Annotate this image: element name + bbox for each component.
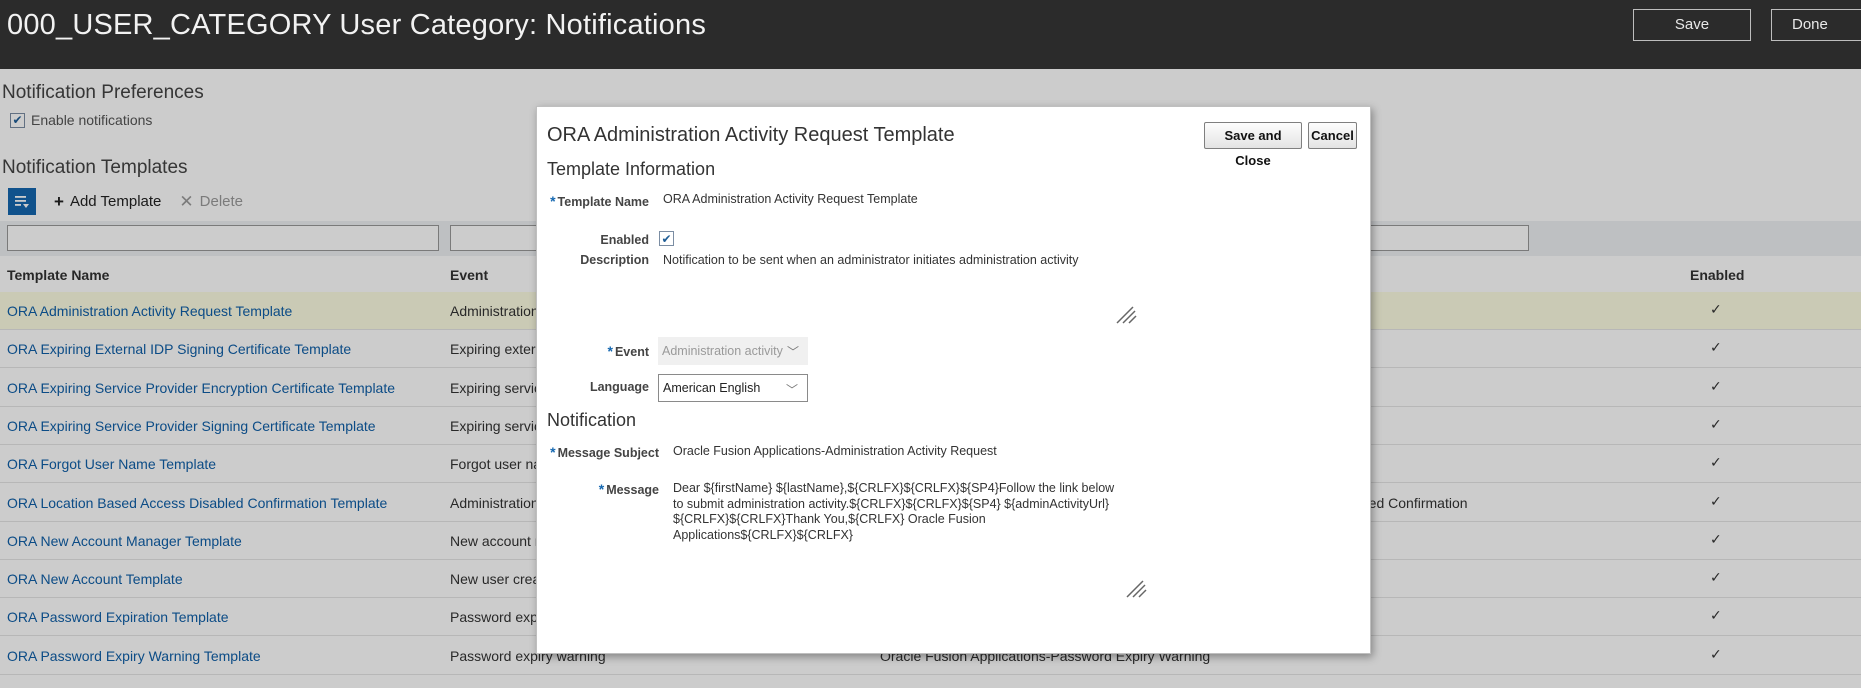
required-icon: * [550, 444, 556, 460]
save-and-close-button[interactable]: Save and Close [1204, 122, 1302, 168]
done-button[interactable]: Done [1771, 9, 1861, 41]
language-label: Language [589, 380, 649, 394]
required-icon: * [598, 481, 605, 497]
check-icon: ✔ [661, 231, 672, 246]
event-label-text: Event [614, 345, 649, 359]
save-button[interactable]: Save [1633, 9, 1751, 41]
event-label: * Event [608, 343, 650, 359]
chevron-down-icon: ﹀ [785, 383, 798, 397]
dialog-enabled-checkbox[interactable]: ✔ [659, 231, 674, 246]
description-value[interactable]: Notification to be sent when an administ… [663, 253, 1078, 267]
chevron-down-icon: ﹀ [786, 345, 799, 359]
template-name-label-text: Template Name [557, 195, 649, 209]
event-select-value: Administration activity [662, 344, 783, 358]
message-subject-value[interactable]: Oracle Fusion Applications-Administratio… [673, 444, 997, 458]
message-label: * Message [599, 481, 659, 497]
message-resize-handle-icon[interactable] [1123, 577, 1147, 599]
message-value[interactable]: Dear ${firstName} ${lastName},${CRLFX}${… [673, 481, 1123, 543]
required-icon: * [550, 193, 556, 209]
message-subject-label: * Message Subject [550, 444, 659, 460]
template-name-value: ORA Administration Activity Request Temp… [663, 192, 918, 206]
description-resize-handle-icon[interactable] [1113, 303, 1137, 325]
cancel-button[interactable]: Cancel [1308, 122, 1357, 149]
template-name-label: * Template Name [550, 193, 649, 209]
template-information-heading: Template Information [547, 159, 716, 179]
page-title: 000_USER_CATEGORY User Category: Notific… [7, 9, 707, 41]
description-label: Description [580, 253, 649, 267]
dialog-title: ORA Administration Activity Request Temp… [547, 124, 955, 146]
notification-heading: Notification [547, 410, 637, 430]
message-label-text: Message [606, 483, 659, 497]
message-subject-label-text: Message Subject [557, 446, 659, 460]
required-icon: * [607, 343, 613, 359]
header-bar: 000_USER_CATEGORY User Category: Notific… [0, 0, 1861, 69]
language-select[interactable]: American English ﹀ [658, 374, 808, 402]
language-select-value: American English [663, 381, 761, 395]
enabled-label: Enabled [600, 233, 649, 247]
event-select: Administration activity ﹀ [658, 337, 808, 365]
template-dialog: ORA Administration Activity Request Temp… [536, 106, 1371, 654]
